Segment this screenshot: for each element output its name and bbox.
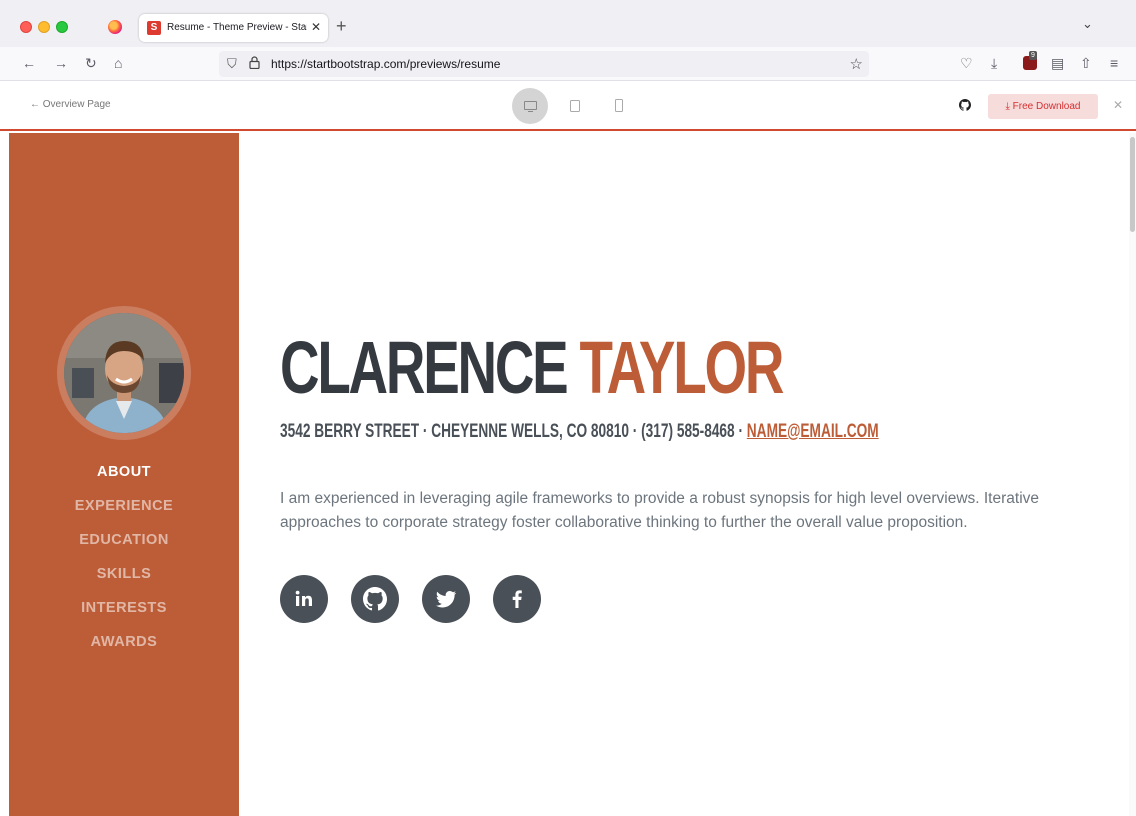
tab-close-icon[interactable]: ✕ bbox=[311, 20, 321, 34]
sidebar-item-interests[interactable]: INTERESTS bbox=[9, 599, 239, 633]
github-button[interactable] bbox=[351, 575, 399, 623]
firefox-view-icon[interactable] bbox=[108, 20, 122, 34]
forward-arrow-icon[interactable]: → bbox=[54, 55, 68, 71]
window-zoom-button[interactable] bbox=[56, 21, 68, 33]
tab-title: Resume - Theme Preview - Start Bootstrap bbox=[167, 22, 307, 33]
share-icon[interactable]: ⇧ bbox=[1080, 55, 1092, 71]
bookmark-star-icon[interactable]: ☆ bbox=[850, 55, 863, 73]
sidebar-item-skills[interactable]: SKILLS bbox=[9, 565, 239, 599]
github-icon bbox=[363, 587, 387, 611]
sidebar-item-experience[interactable]: EXPERIENCE bbox=[9, 497, 239, 531]
window-close-button[interactable] bbox=[20, 21, 32, 33]
startbootstrap-favicon-icon: S bbox=[147, 21, 161, 35]
browser-tab[interactable]: S Resume - Theme Preview - Start Bootstr… bbox=[139, 14, 328, 42]
github-icon[interactable] bbox=[959, 99, 971, 111]
about-section: CLARENCE TAYLOR 3542 BERRY STREET · CHEY… bbox=[239, 133, 1129, 816]
profile-avatar bbox=[57, 306, 191, 440]
new-tab-button[interactable]: + bbox=[336, 17, 347, 35]
overview-page-link[interactable]: ← Overview Page bbox=[30, 99, 111, 111]
sidebar-item-awards[interactable]: AWARDS bbox=[9, 633, 239, 667]
desktop-view-button[interactable] bbox=[512, 88, 548, 124]
close-preview-icon[interactable]: ✕ bbox=[1113, 98, 1123, 112]
contact-subheading: 3542 BERRY STREET · CHEYENNE WELLS, CO 8… bbox=[280, 421, 879, 443]
downloads-icon[interactable]: ⤓ bbox=[991, 55, 997, 71]
reload-icon[interactable]: ↻ bbox=[85, 55, 97, 71]
facebook-button[interactable] bbox=[493, 575, 541, 623]
email-link[interactable]: NAME@EMAIL.COM bbox=[747, 421, 879, 442]
preview-toolbar: ← Overview Page ⤓ Free Download ✕ bbox=[0, 81, 1136, 131]
facebook-icon bbox=[512, 590, 522, 608]
extension-icon[interactable]: 9 bbox=[1023, 51, 1037, 70]
tablet-icon bbox=[570, 100, 580, 112]
phone-view-button[interactable] bbox=[601, 88, 637, 124]
reader-view-icon[interactable]: ▤ bbox=[1051, 55, 1064, 71]
pocket-icon[interactable]: ♡ bbox=[960, 55, 973, 71]
linkedin-button[interactable] bbox=[280, 575, 328, 623]
tablet-view-button[interactable] bbox=[557, 88, 593, 124]
back-arrow-icon[interactable]: ← bbox=[22, 55, 36, 71]
browser-tab-bar: S Resume - Theme Preview - Start Bootstr… bbox=[0, 0, 1136, 47]
menu-icon[interactable]: ≡ bbox=[1110, 55, 1118, 71]
linkedin-icon bbox=[295, 590, 312, 606]
tab-list-chevron-icon[interactable]: ⌄ bbox=[1082, 16, 1093, 32]
about-lead-text: I am experienced in leveraging agile fra… bbox=[280, 490, 1040, 531]
sidebar-menu: ABOUT EXPERIENCE EDUCATION SKILLS INTERE… bbox=[9, 463, 239, 667]
twitter-button[interactable] bbox=[422, 575, 470, 623]
free-download-button[interactable]: ⤓ Free Download bbox=[988, 94, 1098, 119]
page-title: CLARENCE TAYLOR bbox=[280, 326, 784, 409]
first-name: CLARENCE bbox=[280, 326, 569, 409]
window-minimize-button[interactable] bbox=[38, 21, 50, 33]
home-icon[interactable]: ⌂ bbox=[114, 55, 122, 71]
last-name: TAYLOR bbox=[579, 326, 784, 409]
scrollbar-thumb[interactable] bbox=[1130, 137, 1135, 232]
twitter-icon bbox=[436, 590, 456, 608]
browser-nav-bar: ← → ↻ ⌂ ⛉ https://startbootstrap.com/pre… bbox=[0, 47, 1136, 81]
url-bar[interactable]: ⛉ https://startbootstrap.com/previews/re… bbox=[219, 51, 869, 77]
sidebar-item-education[interactable]: EDUCATION bbox=[9, 531, 239, 565]
address-text: 3542 BERRY STREET · CHEYENNE WELLS, CO 8… bbox=[280, 421, 747, 442]
desktop-icon bbox=[524, 101, 537, 113]
sidebar-item-about[interactable]: ABOUT bbox=[9, 463, 239, 497]
tracking-shield-icon[interactable]: ⛉ bbox=[227, 56, 237, 72]
page-scrollbar[interactable] bbox=[1129, 133, 1136, 816]
url-text: https://startbootstrap.com/previews/resu… bbox=[271, 57, 501, 71]
lock-icon[interactable] bbox=[249, 56, 260, 69]
profile-photo bbox=[64, 313, 184, 433]
sidebar-nav: ABOUT EXPERIENCE EDUCATION SKILLS INTERE… bbox=[9, 133, 239, 816]
phone-icon bbox=[615, 99, 623, 112]
